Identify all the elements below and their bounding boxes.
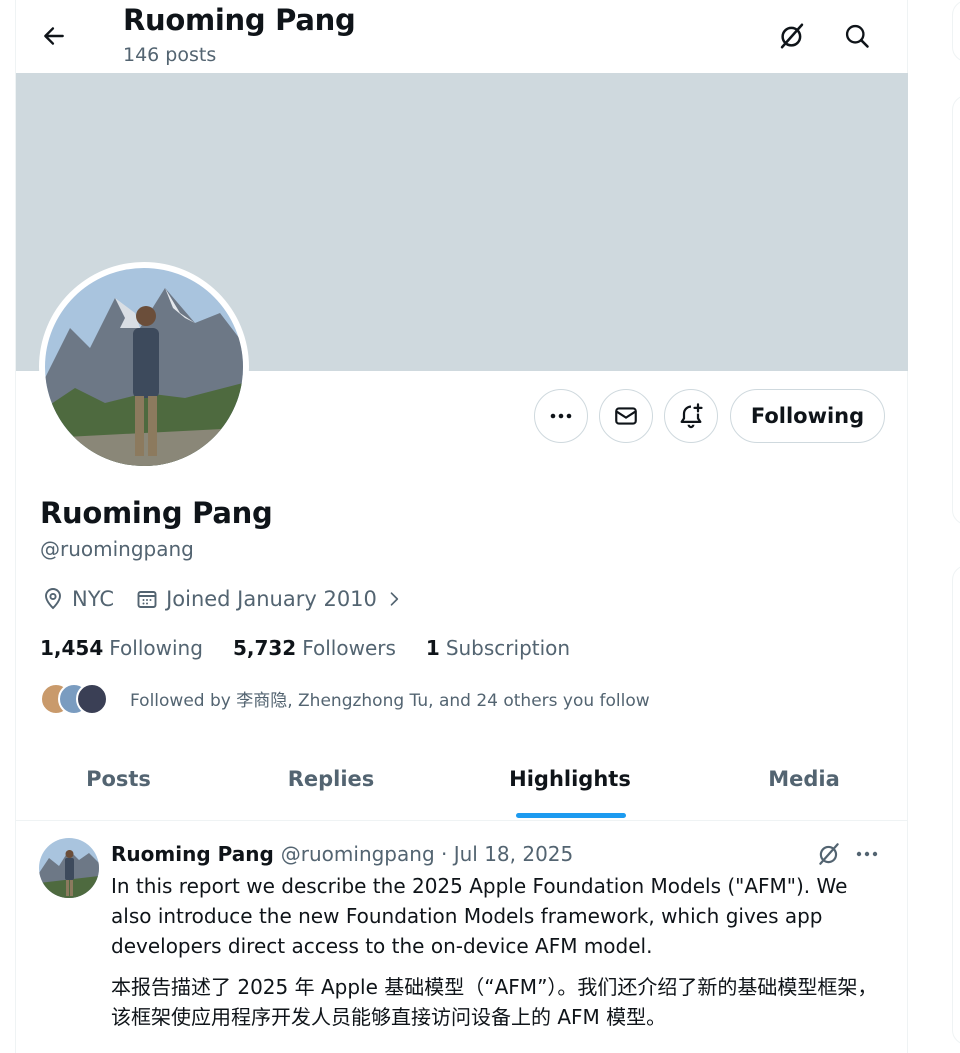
notification-add-icon	[680, 403, 703, 429]
post-text-chinese: 本报告描述了 2025 年 Apple 基础模型（“AFM”）。我们还介绍了新的…	[111, 975, 878, 1029]
grok-icon	[780, 23, 804, 49]
profile-column: Ruoming Pang 146 posts Following Ruoming…	[15, 0, 909, 1053]
profile-joined[interactable]: Joined January 2010	[166, 587, 377, 611]
back-arrow-icon	[44, 27, 64, 45]
chevron-right-icon[interactable]	[381, 586, 407, 612]
search-icon	[845, 24, 869, 48]
profile-handle: @ruomingpang	[40, 537, 194, 561]
post-more-button[interactable]	[856, 851, 878, 857]
header-title: Ruoming Pang	[123, 3, 356, 37]
profile-location: NYC	[72, 587, 115, 611]
followed-by-avatars	[40, 681, 120, 715]
message-button[interactable]	[599, 389, 653, 443]
active-tab-indicator	[516, 813, 626, 818]
more-icon	[856, 851, 878, 857]
avatar-photo	[45, 268, 243, 466]
post-grok-button[interactable]	[816, 841, 842, 867]
header-post-count: 146 posts	[123, 44, 217, 66]
calendar-icon	[134, 586, 160, 612]
sidebar-search-box[interactable]	[952, 0, 960, 62]
post-author-name[interactable]: Ruoming Pang	[111, 842, 274, 866]
profile-tabs: Posts Replies Highlights Media	[16, 745, 909, 821]
grok-button[interactable]	[774, 18, 810, 54]
tab-replies[interactable]: Replies	[221, 745, 441, 820]
back-button[interactable]	[38, 20, 70, 52]
following-button[interactable]: Following	[730, 389, 885, 443]
profile-avatar[interactable]	[39, 262, 249, 472]
tab-media[interactable]: Media	[699, 745, 909, 820]
followed-by-row[interactable]: Followed by 李商隐, Zhengzhong Tu, and 24 o…	[40, 680, 650, 716]
sidebar-card	[952, 565, 960, 1045]
profile-stats: 1,454 Following 5,732 Followers 1 Subscript…	[40, 636, 600, 660]
post-text-english: In this report we describe the 2025 Appl…	[111, 874, 848, 958]
tab-posts[interactable]: Posts	[16, 745, 221, 820]
profile-header: Ruoming Pang 146 posts	[16, 0, 909, 72]
post-header: Ruoming Pang @ruomingpang · Jul 18, 2025	[111, 838, 573, 870]
message-icon	[615, 407, 637, 425]
more-icon	[550, 413, 572, 419]
avatar	[76, 683, 108, 715]
post-actions	[816, 838, 878, 870]
subscriptions-count-link[interactable]: 1 Subscription	[426, 636, 570, 660]
followed-by-text: Followed by 李商隐, Zhengzhong Tu, and 24 o…	[130, 690, 650, 711]
post-avatar[interactable]	[39, 838, 99, 898]
grok-icon	[819, 843, 839, 865]
search-button[interactable]	[839, 18, 875, 54]
profile-name: Ruoming Pang	[40, 496, 273, 530]
followers-count-link[interactable]: 5,732 Followers	[233, 636, 396, 660]
sidebar-card	[952, 95, 960, 525]
location-icon	[40, 586, 66, 612]
post-meta[interactable]: @ruomingpang · Jul 18, 2025	[281, 842, 574, 866]
profile-meta: NYC Joined January 2010	[40, 584, 413, 614]
notifications-button[interactable]	[664, 389, 718, 443]
tab-highlights[interactable]: Highlights	[441, 745, 699, 820]
more-options-button[interactable]	[534, 389, 588, 443]
following-count-link[interactable]: 1,454 Following	[40, 636, 203, 660]
